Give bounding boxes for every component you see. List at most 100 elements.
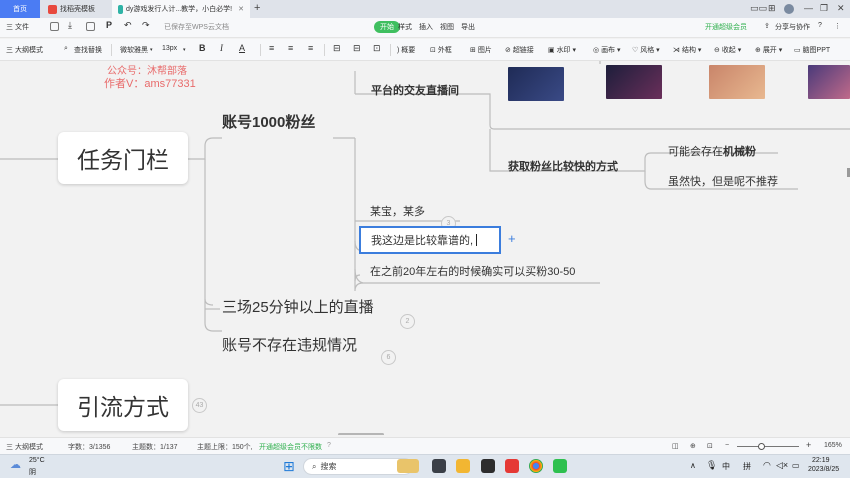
topic-buy-fans[interactable]: 在之前20年左右的时候确实可以买粉30-50 — [370, 263, 575, 279]
zoom-slider-handle[interactable] — [758, 443, 766, 450]
font-select[interactable]: 微软雅黑 — [120, 45, 148, 55]
fullscreen-icon[interactable]: ⊡ — [707, 442, 713, 450]
font-color-button[interactable]: A — [239, 43, 245, 53]
topic-some-treasure[interactable]: 某宝，某多 — [370, 203, 425, 219]
close-tab-icon[interactable]: ✕ — [238, 5, 244, 13]
image-button[interactable]: ⊞ 图片 — [470, 45, 492, 55]
clock-date[interactable]: 2023/8/25 — [808, 466, 839, 473]
topic-no-violation[interactable]: 账号不存在违规情况 — [222, 334, 357, 355]
root-topic-traffic-methods[interactable]: 引流方式 — [58, 379, 188, 431]
search-highlight-icon[interactable] — [397, 459, 419, 473]
wechat-icon[interactable] — [553, 459, 567, 473]
wps-office-icon[interactable] — [505, 459, 519, 473]
summary-button[interactable]: ) 概要 — [397, 45, 415, 55]
menu-start[interactable]: 开始 — [374, 21, 400, 33]
help-circle-icon[interactable]: ? — [327, 442, 331, 449]
hyperlink-button[interactable]: ⊘ 超链接 — [505, 45, 534, 55]
insert-parent-icon[interactable]: ⊡ — [373, 43, 381, 54]
collapsed-count-badge[interactable]: 43 — [192, 398, 207, 413]
undo-icon[interactable]: ↶ — [124, 20, 132, 31]
canvas-button[interactable]: ◎ 画布 ▾ — [593, 45, 621, 55]
outline-mode-status[interactable]: 三 大纲模式 — [6, 442, 43, 452]
thumbnail-image[interactable] — [606, 65, 662, 99]
insert-child-icon[interactable]: ⊟ — [333, 43, 341, 54]
locate-icon[interactable]: ⊕ — [690, 442, 696, 450]
ime-pinyin[interactable]: 拼 — [743, 461, 751, 472]
wifi-icon[interactable]: ◠ — [763, 460, 771, 471]
clock-time[interactable]: 22:19 — [812, 457, 830, 464]
restore-icon[interactable]: ❐ — [820, 3, 828, 14]
share-icon[interactable]: ⇪ — [764, 22, 770, 30]
outline-mode-button[interactable]: 三 大纲模式 — [6, 45, 43, 55]
align-right-icon[interactable]: ≡ — [308, 43, 313, 53]
battery-icon[interactable]: ▭ — [792, 461, 800, 470]
expand-button[interactable]: ⊕ 展开 ▾ — [755, 45, 782, 55]
topic-platform-live-room[interactable]: 平台的交友直播间 — [371, 82, 459, 98]
thumbnail-image[interactable] — [808, 65, 850, 99]
bold-button[interactable]: B — [199, 43, 206, 53]
layout-icon[interactable]: ▭▭ — [750, 3, 767, 14]
theme-button[interactable]: ♡ 风格 ▾ — [632, 45, 660, 55]
vip-unlimited-link[interactable]: 开通超级会员不限数 — [259, 442, 322, 452]
collapsed-count-badge[interactable]: 6 — [381, 350, 396, 365]
fit-view-icon[interactable]: ◫ — [672, 442, 679, 450]
topic-fast-not-recommended[interactable]: 虽然快，但是呢不推荐 — [668, 173, 778, 189]
zoom-slider[interactable] — [737, 446, 799, 447]
collapse-button[interactable]: ⊖ 收起 ▾ — [714, 45, 741, 55]
avatar[interactable] — [784, 4, 794, 14]
menu-style[interactable]: 样式 — [398, 22, 412, 32]
topic-edit-field[interactable]: 我这边是比较靠谱的, — [359, 226, 501, 254]
menu-export[interactable]: 导出 — [461, 22, 475, 32]
microphone-icon[interactable]: 🎙 — [706, 460, 717, 471]
collapsed-count-badge[interactable]: 2 — [400, 314, 415, 329]
format-painter-icon[interactable]: P — [106, 20, 112, 30]
frame-button[interactable]: ⊡ 外框 — [430, 45, 452, 55]
menu-insert[interactable]: 插入 — [419, 22, 433, 32]
thumbnail-image[interactable] — [508, 67, 564, 101]
mindmap-ppt-button[interactable]: ▭ 脑图PPT — [794, 45, 830, 55]
mindmap-canvas[interactable]: 公众号：沐帮部落 作者V：ams77331 任务门栏 引流方式 43 账号100… — [0, 61, 850, 435]
topic-three-live-streams[interactable]: 三场25分钟以上的直播 — [222, 296, 374, 317]
tab-mindmap-document[interactable]: dy游戏发行人计...教学，小白必学! ✕ — [112, 0, 250, 18]
topic-mechanical-fans[interactable]: 可能会存在机械粉 — [668, 143, 756, 159]
share-button[interactable]: 分享与协作 — [775, 22, 810, 32]
tray-overflow-icon[interactable]: ∧ — [690, 461, 696, 470]
align-left-icon[interactable]: ≡ — [269, 43, 274, 53]
zoom-in-button[interactable]: + — [806, 440, 811, 450]
ime-chinese[interactable]: 中 — [722, 461, 730, 472]
add-topic-button[interactable]: + — [508, 231, 516, 246]
align-center-icon[interactable]: ≡ — [288, 43, 293, 53]
topic-fast-fans-method[interactable]: 获取粉丝比较快的方式 — [508, 158, 618, 174]
structure-button[interactable]: ⋊ 结构 ▾ — [673, 45, 701, 55]
more-icon[interactable]: ⋮ — [834, 22, 841, 30]
file-menu[interactable]: 三 文件 — [6, 22, 29, 32]
document-icon[interactable] — [50, 22, 59, 31]
export-icon[interactable] — [86, 22, 95, 31]
minimize-icon[interactable]: — — [804, 3, 813, 13]
tab-home[interactable]: 首页 — [0, 0, 40, 18]
weather-cloud-icon[interactable]: ☁ — [10, 458, 21, 471]
root-topic-task-threshold[interactable]: 任务门栏 — [58, 132, 188, 184]
file-explorer-icon[interactable] — [456, 459, 470, 473]
camera-app-icon[interactable] — [481, 459, 495, 473]
thumbnail-image[interactable] — [709, 65, 765, 99]
menu-view[interactable]: 视图 — [440, 22, 454, 32]
insert-sibling-icon[interactable]: ⊟ — [353, 43, 361, 54]
italic-button[interactable]: I — [220, 43, 223, 53]
vip-link[interactable]: 开通超级会员 — [705, 22, 747, 32]
zoom-level[interactable]: 165% — [824, 442, 842, 449]
zoom-out-button[interactable]: − — [725, 442, 729, 449]
new-tab-button[interactable]: + — [254, 2, 260, 14]
volume-icon[interactable]: ◁× — [776, 460, 788, 471]
watermark-button[interactable]: ▣ 水印 ▾ — [548, 45, 576, 55]
help-button[interactable]: ? — [818, 22, 822, 29]
tab-docer-templates[interactable]: 找稻壳模板 — [42, 0, 110, 18]
chrome-icon[interactable] — [529, 459, 543, 473]
font-size-select[interactable]: 13px — [162, 45, 177, 52]
grid-apps-icon[interactable]: ⊞ — [768, 3, 776, 14]
download-icon[interactable]: ⤓ — [68, 20, 72, 31]
redo-icon[interactable]: ↷ — [142, 20, 150, 31]
horizontal-scrollbar[interactable] — [338, 433, 384, 435]
task-view-icon[interactable] — [432, 459, 446, 473]
topic-account-1000-fans[interactable]: 账号1000粉丝 — [222, 111, 315, 132]
